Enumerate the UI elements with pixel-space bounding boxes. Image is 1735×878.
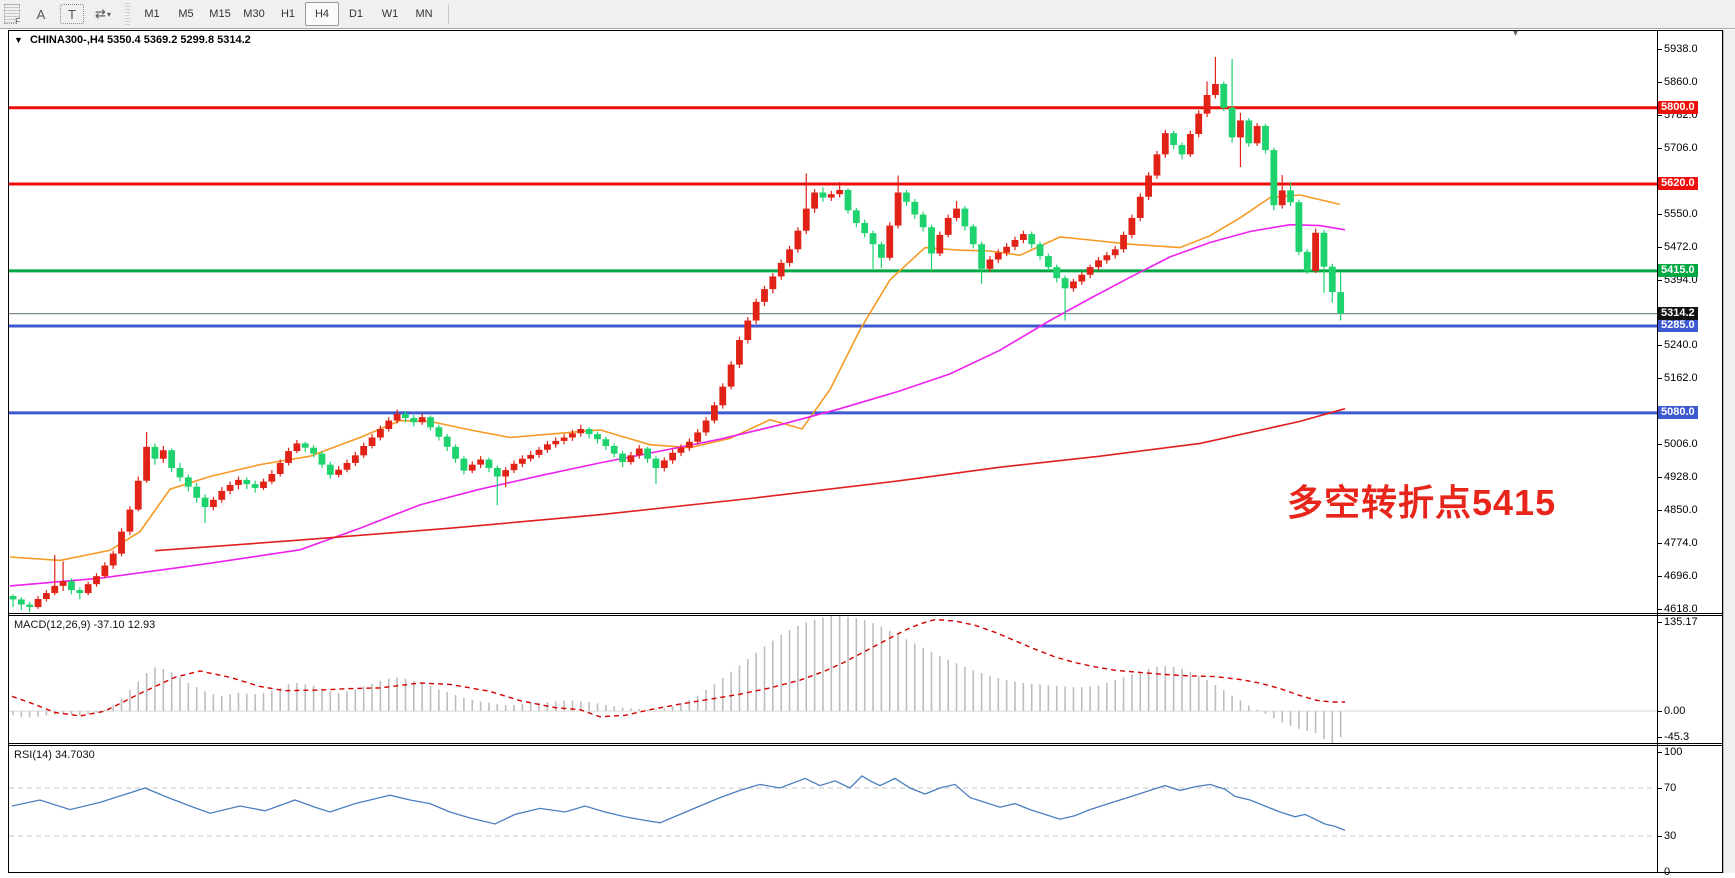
axis-tick-mark bbox=[1657, 576, 1662, 577]
axis-tick-mark bbox=[1657, 148, 1662, 149]
price-tick-label: 4696.0 bbox=[1664, 570, 1698, 582]
timeframe-button-m15[interactable]: M15 bbox=[203, 2, 237, 26]
timeframe-button-m1[interactable]: M1 bbox=[135, 2, 169, 26]
scrollbar-gutter[interactable] bbox=[1723, 30, 1735, 873]
macd-tick-label: -45.3 bbox=[1664, 731, 1689, 743]
macd-tick-label: 135.17 bbox=[1664, 616, 1698, 628]
axis-tick-mark bbox=[1657, 444, 1662, 445]
axis-tick-mark bbox=[1657, 510, 1662, 511]
price-tick-label: 4928.0 bbox=[1664, 471, 1698, 483]
price-tick-label: 4850.0 bbox=[1664, 504, 1698, 516]
level-price-badge: 5620.0 bbox=[1658, 177, 1698, 190]
toolbar: F A T ⇄▾ M1M5M15M30H1H4D1W1MN bbox=[0, 0, 1735, 29]
axis-tick-mark bbox=[1657, 49, 1662, 50]
chart-title-ohlc: 5350.4 5369.2 5299.8 5314.2 bbox=[107, 34, 251, 46]
rsi-indicator-label: RSI(14) 34.7030 bbox=[14, 749, 95, 761]
axis-tick-mark bbox=[1657, 378, 1662, 379]
axis-tick-mark bbox=[1657, 115, 1662, 116]
rsi-tick-label: 100 bbox=[1664, 746, 1682, 758]
level-price-badge: 5800.0 bbox=[1658, 101, 1698, 114]
level-price-badge: 5080.0 bbox=[1658, 406, 1698, 419]
axis-tick-mark bbox=[1657, 737, 1662, 738]
text-tool-icon[interactable]: T bbox=[60, 4, 84, 24]
timeframe-button-m5[interactable]: M5 bbox=[169, 2, 203, 26]
price-tick-label: 5860.0 bbox=[1664, 76, 1698, 88]
chart-title: ▼ CHINA300-,H4 5350.4 5369.2 5299.8 5314… bbox=[14, 34, 251, 46]
axis-tick-mark bbox=[1657, 477, 1662, 478]
timeframe-button-w1[interactable]: W1 bbox=[373, 2, 407, 26]
price-axis-divider bbox=[1657, 30, 1658, 873]
panel-separator[interactable] bbox=[8, 743, 1723, 744]
level-price-badge: 5285.0 bbox=[1658, 319, 1698, 332]
price-tick-label: 5706.0 bbox=[1664, 142, 1698, 154]
timeframe-button-h1[interactable]: H1 bbox=[271, 2, 305, 26]
axis-tick-mark bbox=[1657, 543, 1662, 544]
price-tick-label: 5938.0 bbox=[1664, 43, 1698, 55]
timeframe-button-h4[interactable]: H4 bbox=[305, 2, 339, 26]
axis-tick-mark bbox=[1657, 622, 1662, 623]
axis-tick-mark bbox=[1657, 788, 1662, 789]
timeframe-button-d1[interactable]: D1 bbox=[339, 2, 373, 26]
axis-tick-mark bbox=[1657, 280, 1662, 281]
axis-tick-mark bbox=[1657, 609, 1662, 610]
axis-tick-mark bbox=[1657, 345, 1662, 346]
timeframe-button-group: M1M5M15M30H1H4D1W1MN bbox=[135, 2, 441, 26]
price-tick-label: 5162.0 bbox=[1664, 372, 1698, 384]
cycle-lines-icon[interactable]: ⇄▾ bbox=[86, 2, 120, 26]
rsi-tick-label: 30 bbox=[1664, 830, 1676, 842]
panel-separator[interactable] bbox=[8, 613, 1723, 614]
axis-tick-mark bbox=[1657, 711, 1662, 712]
price-tick-label: 4618.0 bbox=[1664, 603, 1698, 615]
price-tick-label: 4774.0 bbox=[1664, 537, 1698, 549]
axis-tick-mark bbox=[1657, 247, 1662, 248]
level-price-badge: 5415.0 bbox=[1658, 264, 1698, 277]
chart-window-border-bottom bbox=[8, 872, 1723, 873]
toolbar-grip-icon bbox=[125, 3, 130, 25]
macd-indicator-label: MACD(12,26,9) -37.10 12.93 bbox=[14, 619, 155, 631]
macd-panel-canvas[interactable] bbox=[9, 616, 1657, 743]
price-tick-label: 5006.0 bbox=[1664, 438, 1698, 450]
text-label-a-icon[interactable]: A bbox=[24, 2, 58, 26]
price-tick-label: 5472.0 bbox=[1664, 241, 1698, 253]
price-tick-label: 5240.0 bbox=[1664, 339, 1698, 351]
timeframe-button-m30[interactable]: M30 bbox=[237, 2, 271, 26]
toolbar-grip-icon: F bbox=[4, 4, 20, 24]
axis-tick-mark bbox=[1657, 214, 1662, 215]
chart-title-symbol: CHINA300-,H4 bbox=[30, 34, 104, 46]
price-tick-label: 5550.0 bbox=[1664, 208, 1698, 220]
current-price-badge: 5314.2 bbox=[1658, 307, 1698, 320]
rsi-tick-label: 0 bbox=[1664, 866, 1670, 878]
axis-tick-mark bbox=[1657, 872, 1662, 873]
axis-tick-mark bbox=[1657, 752, 1662, 753]
rsi-panel-canvas[interactable] bbox=[9, 746, 1657, 872]
chevron-down-icon[interactable]: ▾ bbox=[107, 10, 111, 19]
macd-tick-label: 0.00 bbox=[1664, 705, 1685, 717]
axis-tick-mark bbox=[1657, 836, 1662, 837]
toolbar-separator bbox=[448, 4, 449, 24]
axis-tick-mark bbox=[1657, 82, 1662, 83]
collapse-triangle-icon[interactable]: ▼ bbox=[14, 35, 23, 45]
timeframe-button-mn[interactable]: MN bbox=[407, 2, 441, 26]
rsi-tick-label: 70 bbox=[1664, 782, 1676, 794]
chart-text-annotation[interactable]: 多空转折点5415 bbox=[1287, 474, 1556, 526]
